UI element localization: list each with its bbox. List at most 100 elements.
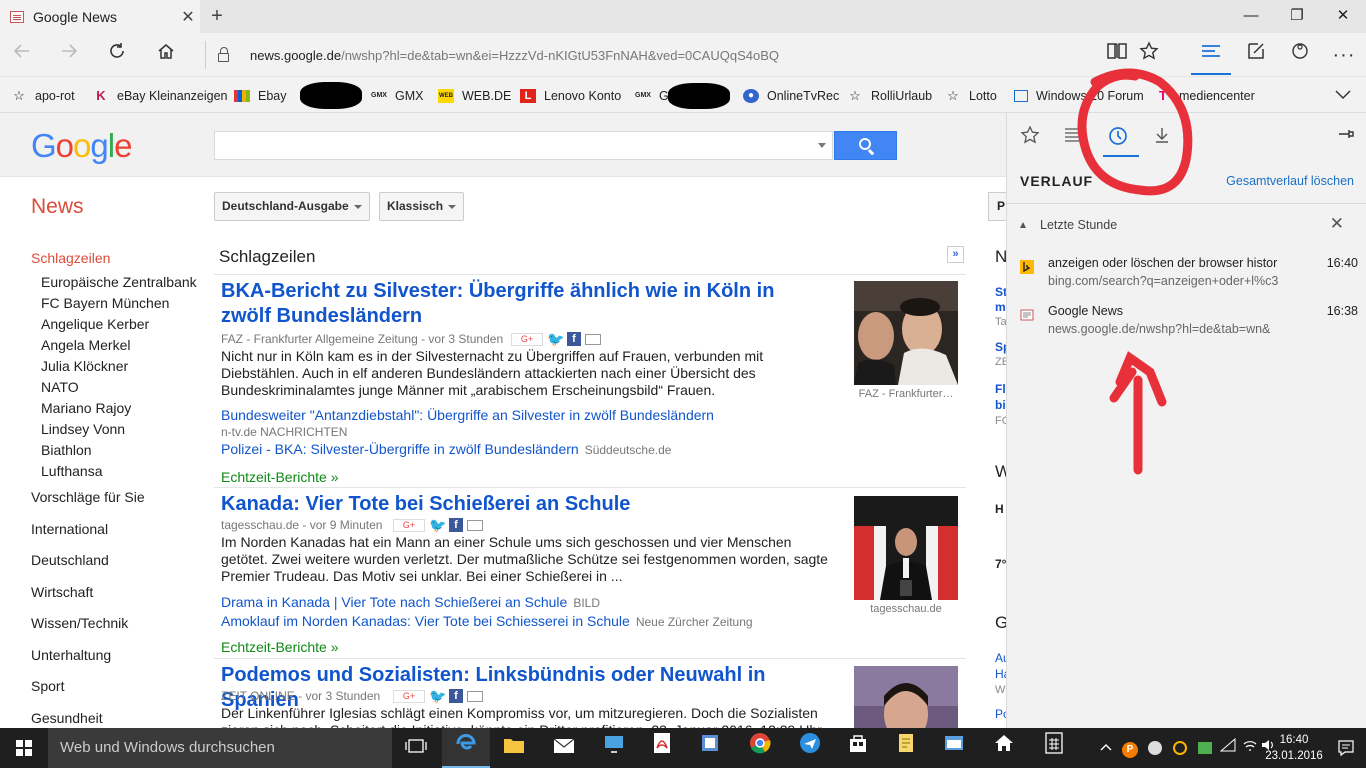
view-dropdown[interactable]: Klassisch xyxy=(379,192,465,221)
taskbar-explorer[interactable] xyxy=(490,728,538,768)
favorites-overflow-button[interactable] xyxy=(1334,85,1352,103)
taskbar-calculator[interactable] xyxy=(1030,728,1078,768)
fav-lenovo-konto[interactable]: L Lenovo Konto xyxy=(520,87,621,105)
taskbar-mail[interactable] xyxy=(540,728,588,768)
tray-overflow-icon[interactable] xyxy=(1096,728,1116,768)
history-group-header[interactable]: Letzte Stunde xyxy=(1020,218,1360,232)
twitter-icon[interactable]: 🐦 xyxy=(429,518,446,532)
action-center-button[interactable] xyxy=(1336,738,1356,758)
clear-all-history-link[interactable]: Gesamtverlauf löschen xyxy=(1226,174,1354,188)
maximize-button[interactable]: ❐ xyxy=(1274,0,1320,33)
twitter-icon[interactable]: 🐦 xyxy=(547,332,564,346)
facebook-icon[interactable]: f xyxy=(449,689,463,703)
right-col-link[interactable]: St xyxy=(995,285,1006,299)
fav-mediencenter[interactable]: Tmediencenter xyxy=(1155,87,1255,105)
new-tab-button[interactable]: + xyxy=(204,4,230,30)
nav-topic[interactable]: Angela Merkel xyxy=(31,336,211,357)
search-dropdown-arrow-icon[interactable] xyxy=(818,143,826,148)
right-col-link[interactable]: m xyxy=(995,300,1006,314)
search-button[interactable] xyxy=(834,131,897,160)
fav-webde[interactable]: WEB WEB.DE xyxy=(438,87,511,105)
nav-category[interactable]: Wissen/Technik xyxy=(31,614,211,646)
hub-tab-reading-list[interactable] xyxy=(1059,125,1089,151)
hub-tab-favorites[interactable] xyxy=(1015,125,1045,151)
fav-onlinetvrec[interactable]: ● OnlineTvRec xyxy=(743,87,839,105)
home-button[interactable] xyxy=(150,39,182,71)
related-article-link[interactable]: Amoklauf im Norden Kanadas: Vier Tote be… xyxy=(221,613,753,629)
nav-schlagzeilen[interactable]: Schlagzeilen xyxy=(31,249,211,273)
nav-category[interactable]: International xyxy=(31,520,211,552)
delete-group-button[interactable]: ✕ xyxy=(1330,214,1344,234)
story-thumbnail[interactable] xyxy=(854,496,958,600)
right-col-link[interactable]: Fl xyxy=(995,382,1006,396)
news-section-title[interactable]: News xyxy=(31,195,84,219)
nav-topic[interactable]: Biathlon xyxy=(31,441,211,462)
taskbar-app-plane[interactable] xyxy=(786,728,834,768)
nav-topic[interactable]: Lufthansa xyxy=(31,462,211,488)
refresh-button[interactable] xyxy=(101,39,133,71)
nav-category[interactable]: Vorschläge für Sie xyxy=(31,488,211,520)
related-article-link[interactable]: Drama in Kanada | Vier Tote nach Schieße… xyxy=(221,594,600,610)
hub-button[interactable] xyxy=(1195,39,1227,71)
task-view-button[interactable] xyxy=(392,728,440,768)
story-headline[interactable]: Kanada: Vier Tote bei Schießerei an Schu… xyxy=(221,492,821,517)
hub-tab-downloads[interactable] xyxy=(1147,125,1177,151)
story-thumbnail[interactable] xyxy=(854,666,958,728)
minimize-button[interactable]: — xyxy=(1228,0,1274,33)
forward-button[interactable] xyxy=(53,39,85,71)
tray-app-p-icon[interactable]: P xyxy=(1118,728,1142,768)
search-input[interactable] xyxy=(214,131,833,160)
nav-topic[interactable]: Julia Klöckner xyxy=(31,357,211,378)
related-article-link[interactable]: Polizei - BKA: Silvester-Übergriffe in z… xyxy=(221,441,671,457)
nav-category[interactable]: Sport xyxy=(31,677,211,709)
tray-network-icon[interactable] xyxy=(1218,728,1238,768)
nav-topic[interactable]: FC Bayern München xyxy=(31,294,211,315)
tab-google-news[interactable]: Google News ✕ xyxy=(0,0,200,33)
fav-lotto[interactable]: ☆ Lotto xyxy=(945,87,997,105)
close-window-button[interactable]: ✕ xyxy=(1320,0,1366,33)
pin-hub-button[interactable] xyxy=(1332,125,1362,151)
history-item[interactable]: anzeigen oder löschen der browser histor… xyxy=(1020,256,1360,300)
nav-category[interactable]: Unterhaltung xyxy=(31,646,211,678)
start-button[interactable] xyxy=(0,728,48,768)
add-favorite-button[interactable] xyxy=(1133,39,1165,71)
taskbar-app-screen[interactable] xyxy=(590,728,638,768)
email-icon[interactable] xyxy=(585,333,601,345)
taskbar-search-input[interactable]: Web und Windows durchsuchen xyxy=(48,728,392,768)
fav-ebay-kleinanzeigen[interactable]: KeBay Kleinanzeigen xyxy=(93,87,227,105)
more-menu-button[interactable]: ··· xyxy=(1328,39,1360,71)
taskbar-home[interactable] xyxy=(980,728,1028,768)
tab-close-button[interactable]: ✕ xyxy=(176,7,200,27)
tray-app-icon[interactable] xyxy=(1193,728,1217,768)
fav-rolliurlaub[interactable]: ☆ RolliUrlaub xyxy=(847,87,932,105)
history-item[interactable]: Google News news.google.de/nwshp?hl=de&t… xyxy=(1020,304,1360,348)
google-plus-icon[interactable]: G+ xyxy=(393,518,425,532)
google-plus-icon[interactable]: G+ xyxy=(393,689,425,703)
web-note-button[interactable] xyxy=(1240,39,1272,71)
google-plus-icon[interactable]: G+ xyxy=(511,332,543,346)
personalize-button[interactable]: P xyxy=(988,192,1006,221)
realtime-reports-link[interactable]: Echtzeit-Berichte » xyxy=(221,639,339,655)
story-thumbnail[interactable] xyxy=(854,281,958,385)
tray-circle-icon[interactable] xyxy=(1168,728,1192,768)
fav-windows-10-forum[interactable]: Windows 10 Forum xyxy=(1014,87,1144,105)
story-headline[interactable]: BKA-Bericht zu Silvester: Übergriffe ähn… xyxy=(221,279,821,329)
taskbar-edge[interactable] xyxy=(442,728,490,768)
taskbar-clock[interactable]: 16:40 23.01.2016 xyxy=(1262,732,1326,764)
nav-topic[interactable]: Angelique Kerber xyxy=(31,315,211,336)
nav-category[interactable]: Deutschland xyxy=(31,551,211,583)
twitter-icon[interactable]: 🐦 xyxy=(429,689,446,703)
related-link-text[interactable]: Drama in Kanada | Vier Tote nach Schieße… xyxy=(221,594,567,610)
related-link-text[interactable]: Polizei - BKA: Silvester-Übergriffe in z… xyxy=(221,441,579,457)
fav-gmx[interactable]: GMX GMX xyxy=(371,87,423,105)
back-button[interactable] xyxy=(6,39,38,71)
fav-apo-rot[interactable]: ☆ apo-rot xyxy=(11,87,74,105)
hub-tab-history[interactable] xyxy=(1103,125,1133,151)
nav-category[interactable]: Wirtschaft xyxy=(31,583,211,615)
right-col-link[interactable]: Ha xyxy=(995,667,1006,681)
reading-view-button[interactable] xyxy=(1101,39,1133,71)
taskbar-app-doc[interactable] xyxy=(686,728,734,768)
taskbar-pdf[interactable] xyxy=(638,728,686,768)
nav-topic[interactable]: NATO xyxy=(31,378,211,399)
nav-topic[interactable]: Mariano Rajoy xyxy=(31,399,211,420)
